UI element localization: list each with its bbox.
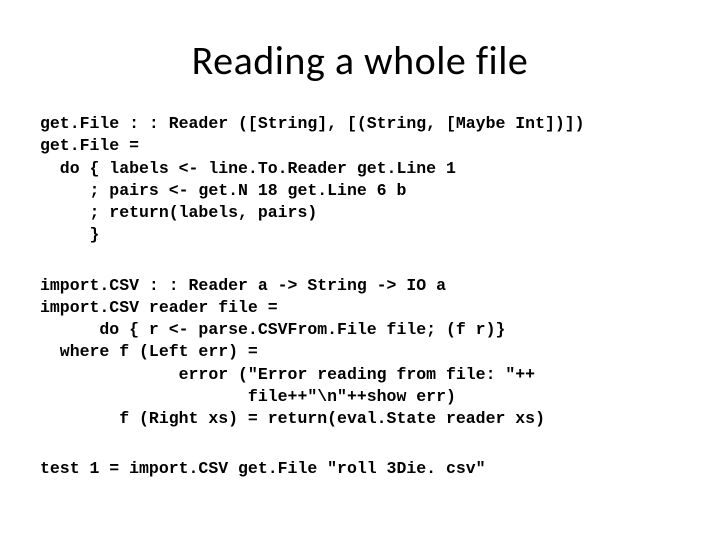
code-block-2: import.CSV : : Reader a -> String -> IO … [40, 275, 680, 431]
code-block-3: test 1 = import.CSV get.File "roll 3Die.… [40, 458, 680, 480]
code-block-1: get.File : : Reader ([String], [(String,… [40, 113, 680, 247]
page-title: Reading a whole file [40, 36, 680, 85]
slide: Reading a whole file get.File : : Reader… [0, 0, 720, 540]
